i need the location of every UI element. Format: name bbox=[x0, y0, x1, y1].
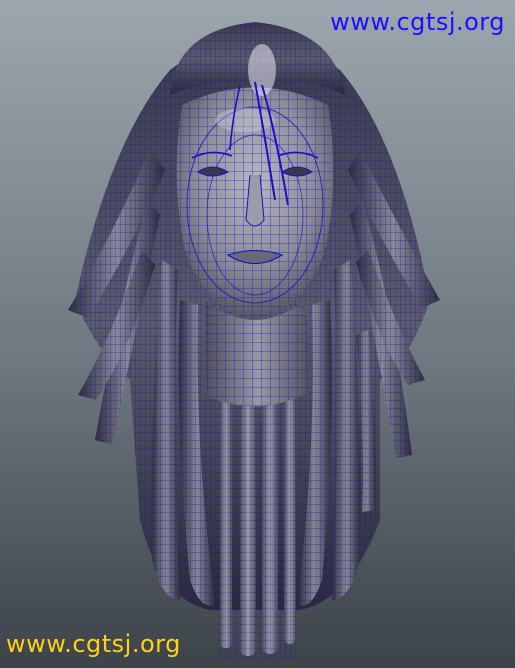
watermark-bottom-text: www.cgtsj.org bbox=[6, 630, 181, 658]
neck-columns-mesh bbox=[218, 395, 298, 660]
watermark-top-text: www.cgtsj.org bbox=[330, 8, 505, 36]
viewport-3d[interactable] bbox=[0, 0, 515, 668]
